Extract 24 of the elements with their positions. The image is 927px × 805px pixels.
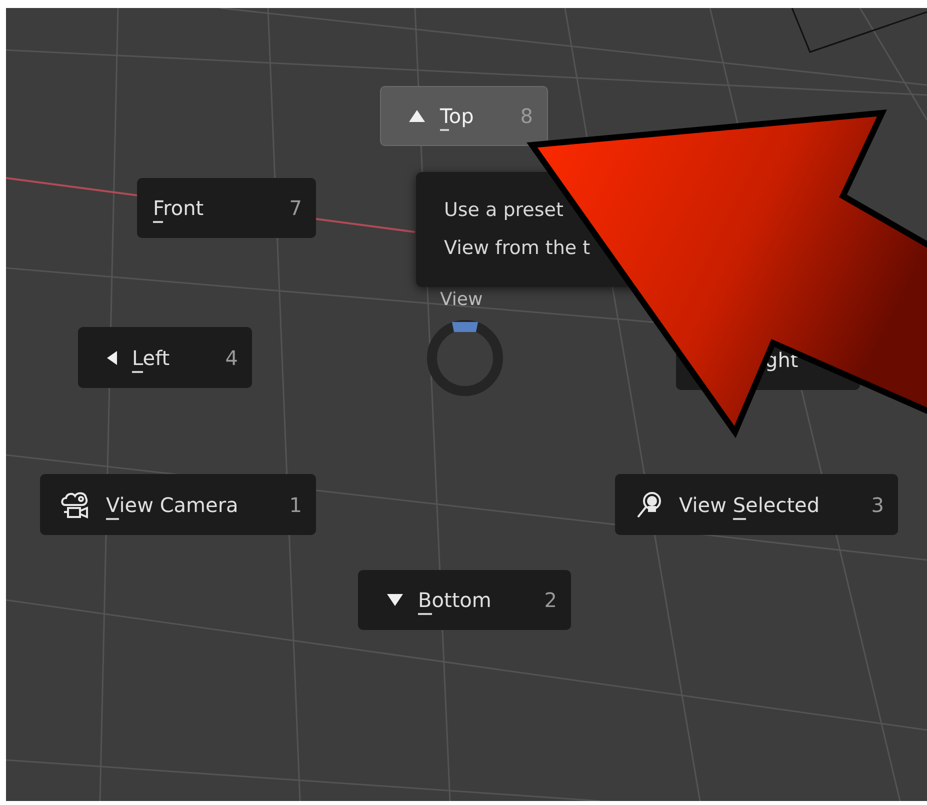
item-label: Top (440, 101, 474, 131)
pie-menu-item[interactable]: View Camera 1 (40, 474, 316, 535)
tooltip-text: View from the t (444, 236, 590, 260)
pie-title: View (440, 288, 483, 312)
pie-menu-item[interactable]: Top 8 (380, 86, 548, 146)
shortcut-key: 2 (544, 585, 557, 615)
shortcut-key: 7 (289, 193, 302, 223)
item-label: Bottom (418, 585, 492, 615)
shortcut-key: 4 (225, 342, 238, 372)
pie-menu-item[interactable]: Left 4 (78, 327, 252, 388)
tooltip-text: Use a preset (444, 198, 564, 222)
triangle-left-icon (106, 350, 118, 366)
pie-menu-item[interactable]: Bottom 2 (358, 570, 571, 630)
item-label: Left (132, 342, 170, 372)
pie-menu-item[interactable]: View Selected 3 (615, 474, 898, 535)
shortcut-key: 1 (289, 490, 302, 520)
item-label: View Selected (679, 490, 820, 520)
shortcut-key: 8 (520, 101, 533, 131)
item-label: Front (153, 193, 204, 223)
pie-menu-item[interactable]: Front 7 (137, 178, 316, 238)
triangle-down-icon (386, 593, 404, 607)
triangle-up-icon (408, 109, 426, 123)
shortcut-key: 3 (871, 490, 884, 520)
item-label: View Camera (106, 490, 238, 520)
